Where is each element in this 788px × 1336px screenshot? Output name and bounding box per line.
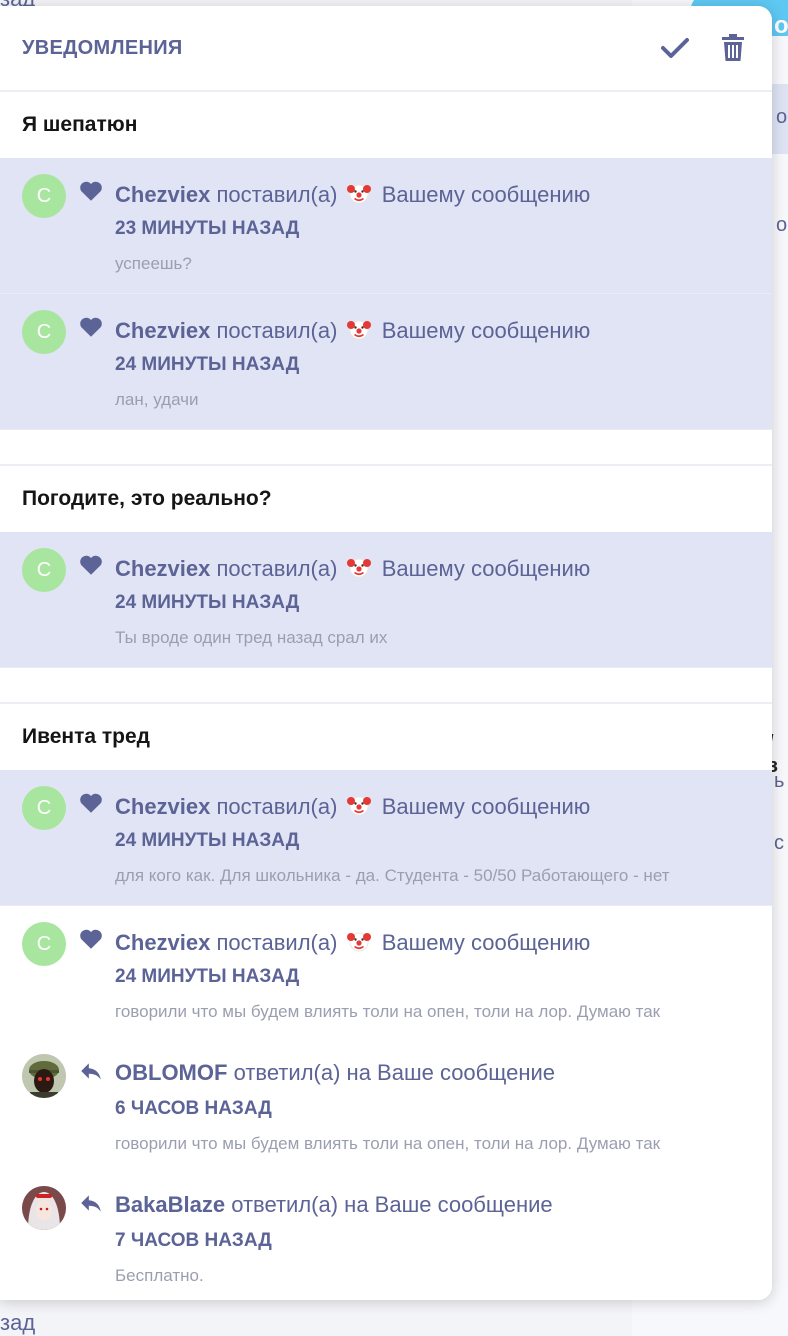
- user-link[interactable]: Chezviex: [115, 182, 210, 207]
- message-excerpt: лан, удачи: [115, 390, 199, 409]
- user-photo-icon: [22, 1186, 66, 1230]
- target-text: Вашему сообщению: [381, 556, 591, 581]
- target-text: Вашему сообщению: [381, 930, 591, 955]
- notification-time: 24 МИНУТЫ НАЗАД: [115, 354, 300, 375]
- heart-icon: [80, 555, 102, 575]
- notification-summary: BakaBlaze ответил(а) на Ваше сообщение: [115, 1192, 553, 1218]
- heart-icon: [80, 929, 102, 949]
- action-text: поставил(а): [216, 794, 338, 819]
- clown-emoji-icon: [346, 932, 371, 952]
- reply-icon: [81, 1063, 101, 1080]
- notification-item[interactable]: С Chezviex поставил(а) Вашему сообщению …: [0, 770, 772, 906]
- notification-item[interactable]: С Chezviex поставил(а) Вашему сообщению …: [0, 158, 772, 294]
- action-text: поставил(а): [216, 556, 338, 581]
- panel-title: УВЕДОМЛЕНИЯ: [22, 36, 183, 59]
- delete-all-button[interactable]: [718, 33, 748, 63]
- background-text: ь: [774, 770, 785, 792]
- user-link[interactable]: OBLOMOF: [115, 1060, 227, 1085]
- heart-icon: [80, 181, 102, 201]
- notification-time: 6 ЧАСОВ НАЗАД: [115, 1098, 272, 1119]
- clown-emoji-icon: [346, 320, 371, 340]
- notification-summary: Chezviex поставил(а) Вашему сообщению: [115, 180, 590, 208]
- message-excerpt: успеешь?: [115, 254, 192, 273]
- message-excerpt: говорили что мы будем влиять толи на опе…: [115, 1002, 661, 1021]
- notification-summary: Chezviex поставил(а) Вашему сообщению: [115, 928, 590, 956]
- message-excerpt: Бесплатно.: [115, 1266, 204, 1285]
- notification-summary: Chezviex поставил(а) Вашему сообщению: [115, 316, 590, 344]
- heart-icon: [80, 317, 102, 337]
- heart-icon: [80, 793, 102, 813]
- notification-time: 23 МИНУТЫ НАЗАД: [115, 218, 300, 239]
- notifications-panel: УВЕДОМЛЕНИЯ Я шепатюн С Chezviex постави…: [0, 6, 772, 1300]
- target-text: Вашему сообщению: [381, 182, 591, 207]
- notification-item[interactable]: С Chezviex поставил(а) Вашему сообщению …: [0, 906, 772, 1038]
- trash-icon: [722, 34, 744, 61]
- notification-item[interactable]: С Chezviex поставил(а) Вашему сообщению …: [0, 532, 772, 668]
- notification-time: 7 ЧАСОВ НАЗАД: [115, 1230, 272, 1251]
- notification-summary: Chezviex поставил(а) Вашему сообщению: [115, 792, 590, 820]
- user-link[interactable]: Chezviex: [115, 930, 210, 955]
- user-link[interactable]: Chezviex: [115, 556, 210, 581]
- notification-time: 24 МИНУТЫ НАЗАД: [115, 592, 300, 613]
- avatar[interactable]: [22, 1186, 66, 1230]
- notification-summary: OBLOMOF ответил(а) на Ваше сообщение: [115, 1060, 555, 1086]
- check-icon: [661, 38, 689, 58]
- avatar[interactable]: С: [22, 310, 66, 354]
- background-button-label: о: [774, 12, 788, 39]
- user-photo-icon: [22, 1054, 66, 1098]
- background-text: зад: [0, 1310, 36, 1335]
- thread-title[interactable]: Ивента тред: [0, 704, 772, 770]
- action-text: ответил(а) на Ваше сообщение: [231, 1192, 553, 1217]
- notification-item[interactable]: С Chezviex поставил(а) Вашему сообщению …: [0, 294, 772, 430]
- avatar[interactable]: С: [22, 922, 66, 966]
- action-text: поставил(а): [216, 182, 338, 207]
- clown-emoji-icon: [346, 796, 371, 816]
- target-text: Вашему сообщению: [381, 794, 591, 819]
- header-actions: [660, 33, 748, 63]
- message-excerpt: говорили что мы будем влиять толи на опе…: [115, 1134, 661, 1153]
- clown-emoji-icon: [346, 184, 371, 204]
- notification-time: 24 МИНУТЫ НАЗАД: [115, 966, 300, 987]
- notification-item[interactable]: OBLOMOF ответил(а) на Ваше сообщение 6 Ч…: [0, 1038, 772, 1170]
- notification-summary: Chezviex поставил(а) Вашему сообщению: [115, 554, 590, 582]
- thread-title[interactable]: Погодите, это реально?: [0, 466, 772, 532]
- background-text: с: [774, 832, 784, 854]
- notification-time: 24 МИНУТЫ НАЗАД: [115, 830, 300, 851]
- group-divider: [0, 668, 772, 704]
- mark-all-read-button[interactable]: [660, 33, 690, 63]
- panel-header: УВЕДОМЛЕНИЯ: [0, 6, 772, 92]
- action-text: поставил(а): [216, 318, 338, 343]
- message-excerpt: Ты вроде один тред назад срал их: [115, 628, 388, 647]
- target-text: Вашему сообщению: [381, 318, 591, 343]
- avatar[interactable]: С: [22, 786, 66, 830]
- avatar[interactable]: [22, 1054, 66, 1098]
- background-text: о: [776, 106, 788, 128]
- clown-emoji-icon: [346, 558, 371, 578]
- user-link[interactable]: Chezviex: [115, 794, 210, 819]
- user-link[interactable]: BakaBlaze: [115, 1192, 225, 1217]
- user-link[interactable]: Chezviex: [115, 318, 210, 343]
- message-excerpt: для кого как. Для школьника - да. Студен…: [115, 866, 670, 885]
- action-text: ответил(а) на Ваше сообщение: [233, 1060, 556, 1085]
- thread-title[interactable]: Я шепатюн: [0, 92, 772, 158]
- background-text: о: [776, 214, 788, 236]
- notification-item[interactable]: BakaBlaze ответил(а) на Ваше сообщение 7…: [0, 1170, 772, 1300]
- group-divider: [0, 430, 772, 466]
- avatar[interactable]: С: [22, 174, 66, 218]
- avatar[interactable]: С: [22, 548, 66, 592]
- reply-icon: [81, 1195, 101, 1212]
- action-text: поставил(а): [216, 930, 338, 955]
